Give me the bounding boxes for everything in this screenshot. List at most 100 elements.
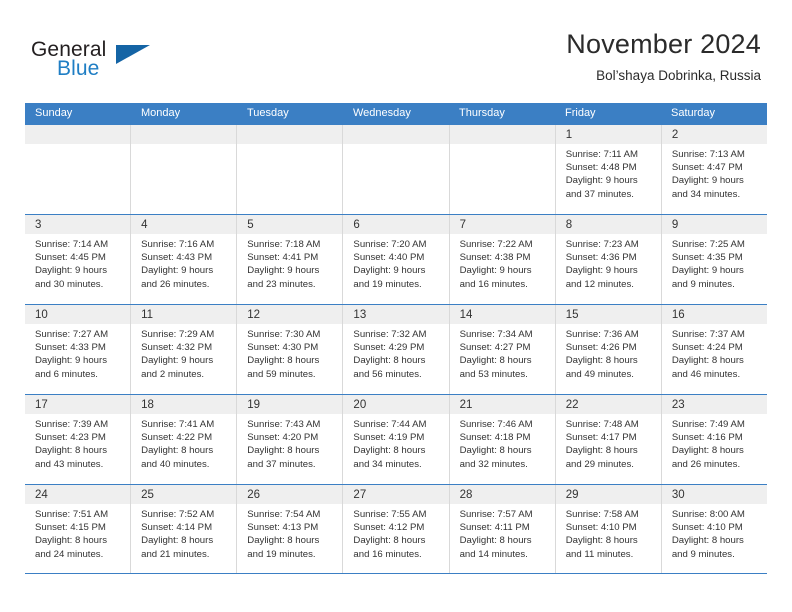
day-cell[interactable]: 30 Sunrise: 8:00 AM Sunset: 4:10 PM Dayl…: [661, 485, 767, 573]
sunset-line: Sunset: 4:20 PM: [247, 432, 319, 444]
daylight-line-2: and 2 minutes.: [141, 368, 205, 380]
sunrise-line: Sunrise: 7:27 AM: [35, 329, 109, 340]
day-number: 2: [671, 129, 679, 141]
weekday-sunday: Sunday: [35, 107, 73, 119]
day-info: Sunrise: 7:23 AM Sunset: 4:36 PM Dayligh…: [556, 234, 661, 291]
general-blue-logo[interactable]: General Blue: [31, 38, 161, 84]
day-cell[interactable]: 5 Sunrise: 7:18 AM Sunset: 4:41 PM Dayli…: [237, 215, 344, 304]
day-number-band: 10: [25, 305, 131, 324]
day-number: 20: [353, 399, 367, 411]
day-number: 27: [353, 489, 367, 501]
daylight-line-1: Daylight: 9 hours: [141, 355, 214, 367]
week-row: 10 Sunrise: 7:27 AM Sunset: 4:33 PM Dayl…: [25, 304, 767, 394]
daylight-line-1: Daylight: 9 hours: [565, 265, 638, 277]
daylight-line-2: and 29 minutes.: [565, 458, 634, 470]
day-cell[interactable]: 27 Sunrise: 7:55 AM Sunset: 4:12 PM Dayl…: [343, 485, 450, 573]
daylight-line-1: Daylight: 8 hours: [247, 355, 320, 367]
day-number: 29: [565, 489, 579, 501]
day-number: 26: [247, 489, 261, 501]
day-info: Sunrise: 7:30 AM Sunset: 4:30 PM Dayligh…: [237, 324, 342, 381]
day-cell[interactable]: 13 Sunrise: 7:32 AM Sunset: 4:29 PM Dayl…: [343, 305, 450, 394]
daylight-line-2: and 26 minutes.: [671, 458, 741, 470]
sunset-line: Sunset: 4:10 PM: [671, 522, 743, 534]
daylight-line-2: and 19 minutes.: [247, 548, 316, 560]
daylight-line-1: Daylight: 8 hours: [141, 445, 214, 457]
day-cell[interactable]: 22 Sunrise: 7:48 AM Sunset: 4:17 PM Dayl…: [555, 395, 662, 484]
daylight-line-2: and 40 minutes.: [141, 458, 210, 470]
day-cell[interactable]: 28 Sunrise: 7:57 AM Sunset: 4:11 PM Dayl…: [449, 485, 556, 573]
day-cell[interactable]: 26 Sunrise: 7:54 AM Sunset: 4:13 PM Dayl…: [237, 485, 344, 573]
day-cell[interactable]: [449, 125, 556, 214]
daylight-line-1: Daylight: 8 hours: [671, 535, 744, 547]
day-info: Sunrise: 7:52 AM Sunset: 4:14 PM Dayligh…: [131, 504, 236, 561]
day-cell[interactable]: 8 Sunrise: 7:23 AM Sunset: 4:36 PM Dayli…: [555, 215, 662, 304]
day-cell[interactable]: 16 Sunrise: 7:37 AM Sunset: 4:24 PM Dayl…: [661, 305, 767, 394]
day-cell[interactable]: [25, 125, 132, 214]
day-cell[interactable]: 18 Sunrise: 7:41 AM Sunset: 4:22 PM Dayl…: [131, 395, 238, 484]
daylight-line-2: and 56 minutes.: [353, 368, 422, 380]
daylight-line-1: Daylight: 8 hours: [247, 445, 320, 457]
day-info: [237, 144, 342, 148]
day-cell[interactable]: 2 Sunrise: 7:13 AM Sunset: 4:47 PM Dayli…: [661, 125, 767, 214]
day-number: 17: [35, 399, 48, 411]
day-number-band: 11: [131, 305, 237, 324]
day-cell[interactable]: 17 Sunrise: 7:39 AM Sunset: 4:23 PM Dayl…: [25, 395, 132, 484]
day-cell[interactable]: 20 Sunrise: 7:44 AM Sunset: 4:19 PM Dayl…: [343, 395, 450, 484]
daylight-line-2: and 30 minutes.: [35, 278, 104, 290]
sunset-line: Sunset: 4:14 PM: [141, 522, 213, 534]
day-cell[interactable]: 24 Sunrise: 7:51 AM Sunset: 4:15 PM Dayl…: [25, 485, 132, 573]
sunrise-line: Sunrise: 7:22 AM: [459, 239, 533, 250]
day-number-band: [131, 125, 237, 144]
day-cell[interactable]: 25 Sunrise: 7:52 AM Sunset: 4:14 PM Dayl…: [131, 485, 238, 573]
day-number: [343, 129, 353, 141]
day-cell[interactable]: 29 Sunrise: 7:58 AM Sunset: 4:10 PM Dayl…: [555, 485, 662, 573]
day-number-band: 19: [237, 395, 343, 414]
daylight-line-2: and 24 minutes.: [35, 548, 104, 560]
day-cell[interactable]: 1 Sunrise: 7:11 AM Sunset: 4:48 PM Dayli…: [555, 125, 662, 214]
sunset-line: Sunset: 4:27 PM: [459, 342, 531, 354]
day-cell[interactable]: 21 Sunrise: 7:46 AM Sunset: 4:18 PM Dayl…: [449, 395, 556, 484]
day-cell[interactable]: 14 Sunrise: 7:34 AM Sunset: 4:27 PM Dayl…: [449, 305, 556, 394]
day-cell[interactable]: 11 Sunrise: 7:29 AM Sunset: 4:32 PM Dayl…: [131, 305, 238, 394]
triangle-icon: [116, 45, 150, 64]
day-number: 8: [565, 219, 573, 231]
weekday-monday: Monday: [141, 107, 181, 119]
daylight-line-1: Daylight: 8 hours: [353, 535, 426, 547]
sunrise-line: Sunrise: 7:39 AM: [35, 419, 109, 430]
day-info: Sunrise: 7:32 AM Sunset: 4:29 PM Dayligh…: [343, 324, 448, 381]
day-info: Sunrise: 7:36 AM Sunset: 4:26 PM Dayligh…: [556, 324, 661, 381]
day-cell[interactable]: 4 Sunrise: 7:16 AM Sunset: 4:43 PM Dayli…: [131, 215, 238, 304]
day-number: 19: [247, 399, 261, 411]
sunrise-line: Sunrise: 7:14 AM: [35, 239, 109, 250]
day-number-band: 30: [661, 485, 767, 504]
day-cell[interactable]: 19 Sunrise: 7:43 AM Sunset: 4:20 PM Dayl…: [237, 395, 344, 484]
daylight-line-2: and 16 minutes.: [353, 548, 422, 560]
day-number: 23: [671, 399, 685, 411]
day-cell[interactable]: 3 Sunrise: 7:14 AM Sunset: 4:45 PM Dayli…: [25, 215, 132, 304]
day-cell[interactable]: 7 Sunrise: 7:22 AM Sunset: 4:38 PM Dayli…: [449, 215, 556, 304]
day-number-band: [237, 125, 343, 144]
day-cell[interactable]: 12 Sunrise: 7:30 AM Sunset: 4:30 PM Dayl…: [237, 305, 344, 394]
day-number-band: [25, 125, 131, 144]
day-cell[interactable]: 6 Sunrise: 7:20 AM Sunset: 4:40 PM Dayli…: [343, 215, 450, 304]
day-number-band: 14: [449, 305, 555, 324]
day-number-band: 8: [555, 215, 661, 234]
day-number: 13: [353, 309, 367, 321]
day-cell[interactable]: [131, 125, 238, 214]
daylight-line-1: Daylight: 9 hours: [247, 265, 320, 277]
day-cell[interactable]: 10 Sunrise: 7:27 AM Sunset: 4:33 PM Dayl…: [25, 305, 132, 394]
day-number-band: 4: [131, 215, 237, 234]
sunrise-line: Sunrise: 7:57 AM: [459, 509, 533, 520]
day-cell[interactable]: [343, 125, 450, 214]
daylight-line-1: Daylight: 9 hours: [141, 265, 214, 277]
day-number-band: 28: [449, 485, 555, 504]
sunset-line: Sunset: 4:11 PM: [459, 522, 530, 534]
day-cell[interactable]: [237, 125, 344, 214]
day-cell[interactable]: 23 Sunrise: 7:49 AM Sunset: 4:16 PM Dayl…: [661, 395, 767, 484]
day-number: [131, 129, 141, 141]
day-cell[interactable]: 9 Sunrise: 7:25 AM Sunset: 4:35 PM Dayli…: [661, 215, 767, 304]
sunrise-line: Sunrise: 8:00 AM: [671, 509, 745, 520]
daylight-line-2: and 16 minutes.: [459, 278, 528, 290]
day-cell[interactable]: 15 Sunrise: 7:36 AM Sunset: 4:26 PM Dayl…: [555, 305, 662, 394]
day-info: Sunrise: 7:51 AM Sunset: 4:15 PM Dayligh…: [25, 504, 130, 561]
